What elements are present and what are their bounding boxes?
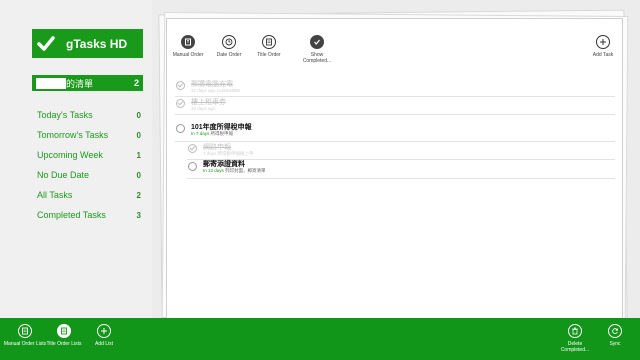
sidebar-item-label: Tomorrow's Tasks bbox=[37, 130, 109, 140]
app-bar: Manual Order Lists Title Order Lists Add… bbox=[0, 318, 640, 360]
title-order-icon bbox=[57, 324, 71, 338]
sidebar-item-all-tasks[interactable]: All Tasks 2 bbox=[37, 188, 141, 202]
sidebar-item-label: All Tasks bbox=[37, 190, 73, 200]
task-meta: In 7 days 所得稅申報 bbox=[191, 131, 233, 137]
title-order-icon bbox=[262, 35, 276, 49]
sidebar-item-label: Today's Tasks bbox=[37, 110, 93, 120]
plus-icon bbox=[596, 35, 610, 49]
task-due: In 7 days bbox=[191, 131, 210, 136]
trash-icon bbox=[568, 324, 582, 338]
sidebar-item-current-list[interactable]: 的清單 2 bbox=[32, 75, 143, 91]
manual-order-icon bbox=[181, 35, 195, 49]
task-item[interactable]: 101年度所得稅申報 In 7 days 所得稅申報 bbox=[167, 121, 622, 143]
sidebar-item-label: Completed Tasks bbox=[37, 210, 106, 220]
sidebar-item-count: 3 bbox=[136, 210, 141, 220]
sidebar-item-no-due-date[interactable]: No Due Date 0 bbox=[37, 168, 141, 182]
task-due: In 12 days bbox=[203, 168, 224, 173]
add-task-button[interactable]: Add Task bbox=[586, 35, 620, 58]
sidebar-item-today[interactable]: Today's Tasks 0 bbox=[37, 108, 141, 122]
task-checkbox[interactable] bbox=[188, 144, 197, 153]
sidebar-item-label: Upcoming Week bbox=[37, 150, 103, 160]
sidebar-item-completed-tasks[interactable]: Completed Tasks 3 bbox=[37, 208, 141, 222]
sidebar-item-count: 0 bbox=[136, 130, 141, 140]
app-title: gTasks HD bbox=[66, 36, 128, 51]
task-meta: 32 days ago co20b48BB bbox=[191, 88, 241, 93]
clock-icon bbox=[222, 35, 236, 49]
task-checkbox[interactable] bbox=[188, 162, 197, 171]
list-count: 2 bbox=[133, 78, 139, 88]
task-item[interactable]: 樓上租車券 33 days ago bbox=[167, 96, 622, 116]
add-list-label: Add List bbox=[94, 341, 114, 347]
manual-order-lists-button[interactable]: Manual Order Lists bbox=[3, 324, 47, 347]
task-note: 所得稅申報 bbox=[210, 131, 234, 136]
add-task-label: Add Task bbox=[592, 52, 614, 58]
subtask-item[interactable]: 郵寄添證資料 In 12 days 列印封面，郵寄清單 bbox=[167, 158, 622, 180]
sync-button[interactable]: Sync bbox=[593, 324, 637, 347]
sidebar-item-upcoming-week[interactable]: Upcoming Week 1 bbox=[37, 148, 141, 162]
manual-order-icon bbox=[18, 324, 32, 338]
show-completed-label: Show Completed... bbox=[302, 52, 332, 64]
task-note: 列印封面，郵寄清單 bbox=[225, 168, 266, 173]
title-order-lists-button[interactable]: Title Order Lists bbox=[42, 324, 86, 347]
task-checkbox[interactable] bbox=[176, 124, 185, 133]
task-sheet: Manual Order Date Order Title Order Show… bbox=[166, 18, 623, 320]
add-list-button[interactable]: Add List bbox=[82, 324, 126, 347]
manual-order-button[interactable]: Manual Order bbox=[171, 35, 205, 58]
date-order-label: Date Order bbox=[216, 52, 242, 58]
task-meta: 7 days 所得稅申報線上申 bbox=[203, 151, 254, 156]
title-order-label: Title Order bbox=[257, 52, 281, 58]
date-order-button[interactable]: Date Order bbox=[212, 35, 246, 58]
sidebar-item-label: No Due Date bbox=[37, 170, 90, 180]
task-item[interactable]: 郵購電腦充電 32 days ago co20b48BB bbox=[167, 78, 622, 98]
task-checkbox[interactable] bbox=[176, 99, 185, 108]
sync-label: Sync bbox=[609, 341, 621, 347]
title-order-lists-label: Title Order Lists bbox=[46, 341, 82, 347]
task-meta: 33 days ago bbox=[191, 106, 216, 111]
task-meta: In 12 days 列印封面，郵寄清單 bbox=[203, 168, 266, 174]
title-order-button[interactable]: Title Order bbox=[252, 35, 286, 58]
sidebar: gTasks HD 的清單 2 Today's Tasks 0 Tomorrow… bbox=[0, 0, 152, 318]
checkmark-icon bbox=[32, 34, 60, 54]
list-name: 的清單 bbox=[66, 78, 94, 89]
sidebar-item-count: 0 bbox=[136, 170, 141, 180]
sidebar-item-count: 0 bbox=[136, 110, 141, 120]
plus-icon bbox=[97, 324, 111, 338]
manual-order-label: Manual Order bbox=[172, 52, 204, 58]
sidebar-item-count: 2 bbox=[136, 190, 141, 200]
sidebar-item-count: 1 bbox=[136, 150, 141, 160]
divider bbox=[187, 178, 615, 179]
task-checkbox[interactable] bbox=[176, 81, 185, 90]
delete-completed-label: Delete Completed... bbox=[560, 341, 590, 353]
check-icon bbox=[310, 35, 324, 49]
manual-order-lists-label: Manual Order Lists bbox=[3, 341, 47, 347]
redacted-name bbox=[36, 77, 66, 89]
sidebar-item-tomorrow[interactable]: Tomorrow's Tasks 0 bbox=[37, 128, 141, 142]
divider bbox=[175, 114, 615, 115]
sync-icon bbox=[608, 324, 622, 338]
app-logo: gTasks HD bbox=[32, 29, 143, 58]
show-completed-button[interactable]: Show Completed... bbox=[300, 35, 334, 64]
delete-completed-button[interactable]: Delete Completed... bbox=[553, 324, 597, 353]
